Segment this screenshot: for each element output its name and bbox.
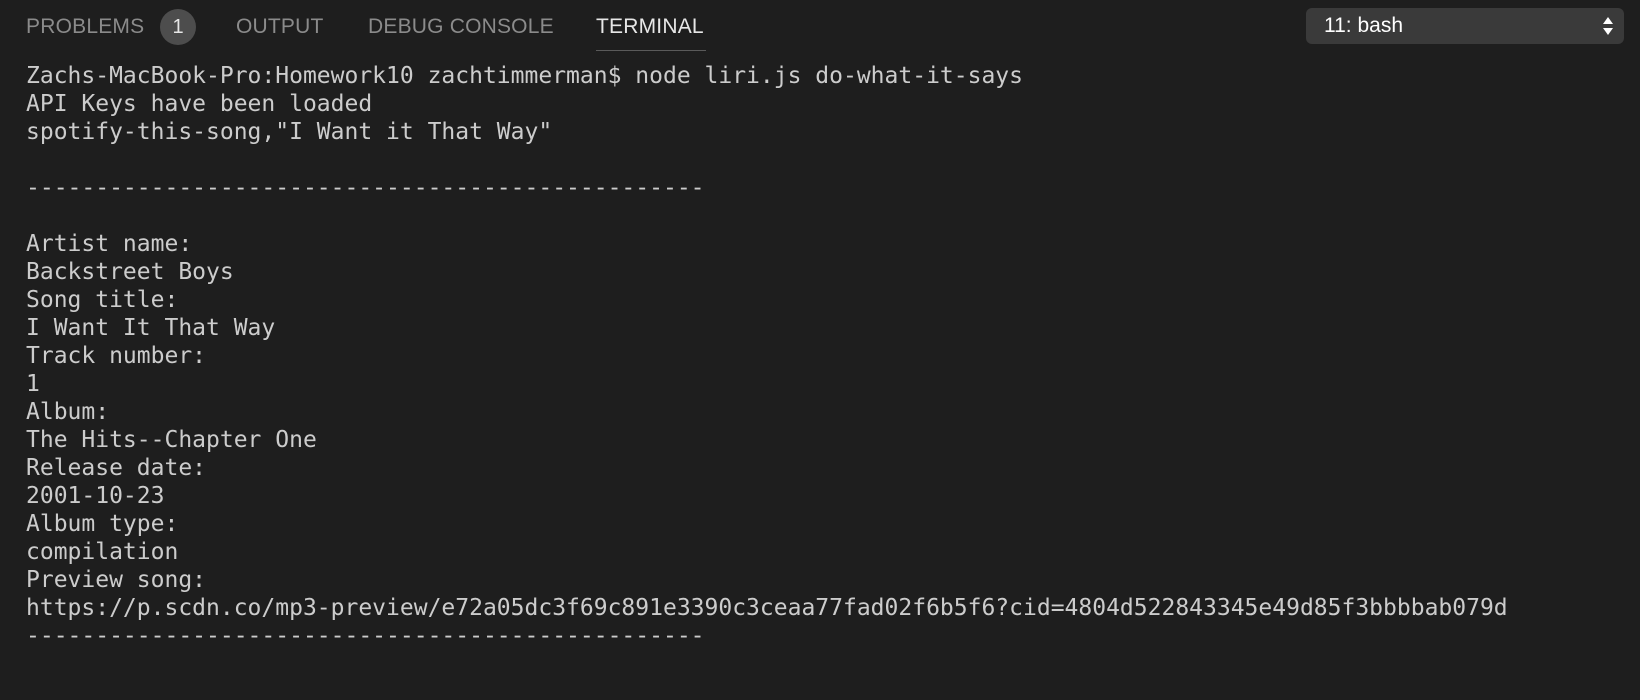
terminal-line: 2001-10-23 — [26, 483, 165, 509]
terminal-line: Album: — [26, 399, 110, 425]
up-down-chevron-icon — [1603, 17, 1613, 35]
terminal-line: compilation — [26, 539, 179, 565]
tab-debug-console[interactable]: DEBUG CONSOLE — [368, 12, 554, 42]
terminal-line: I Want It That Way — [26, 315, 276, 341]
terminal-selector-value: 11: bash — [1324, 14, 1404, 37]
tab-problems[interactable]: PROBLEMS — [26, 12, 144, 42]
tab-output-label: OUTPUT — [236, 15, 324, 38]
terminal-line: Album type: — [26, 511, 179, 537]
tab-problems-label: PROBLEMS — [26, 15, 145, 38]
terminal-line: Song title: — [26, 287, 179, 313]
terminal-line: Artist name: — [26, 231, 193, 257]
terminal-line-preview-url[interactable]: https://p.scdn.co/mp3-preview/e72a05dc3f… — [26, 594, 1626, 622]
problems-count-badge: 1 — [160, 9, 196, 45]
tab-terminal[interactable]: TERMINAL — [596, 12, 704, 42]
terminal-line-prompt-command: Zachs-MacBook-Pro:Homework10 zachtimmerm… — [26, 63, 1023, 89]
terminal-line: spotify-this-song,"I Want it That Way" — [26, 119, 553, 145]
terminal-line: The Hits--Chapter One — [26, 427, 317, 453]
terminal-line: Backstreet Boys — [26, 259, 234, 285]
tab-terminal-label: TERMINAL — [596, 15, 704, 38]
terminal-selector[interactable]: 11: bash — [1306, 8, 1624, 44]
tab-output[interactable]: OUTPUT — [236, 12, 324, 42]
terminal-line: Track number: — [26, 343, 207, 369]
terminal-line-divider: ----------------------------------------… — [26, 175, 705, 201]
terminal-output[interactable]: Zachs-MacBook-Pro:Homework10 zachtimmerm… — [26, 62, 1626, 682]
terminal-line: Preview song: — [26, 567, 207, 593]
terminal-line: API Keys have been loaded — [26, 91, 373, 117]
panel-header: PROBLEMS 1 OUTPUT DEBUG CONSOLE TERMINAL… — [0, 0, 1640, 54]
terminal-line: Release date: — [26, 455, 207, 481]
terminal-line: 1 — [26, 371, 40, 397]
tab-debug-console-label: DEBUG CONSOLE — [368, 15, 554, 38]
terminal-line-divider: ----------------------------------------… — [26, 623, 705, 649]
active-tab-indicator — [596, 50, 706, 51]
